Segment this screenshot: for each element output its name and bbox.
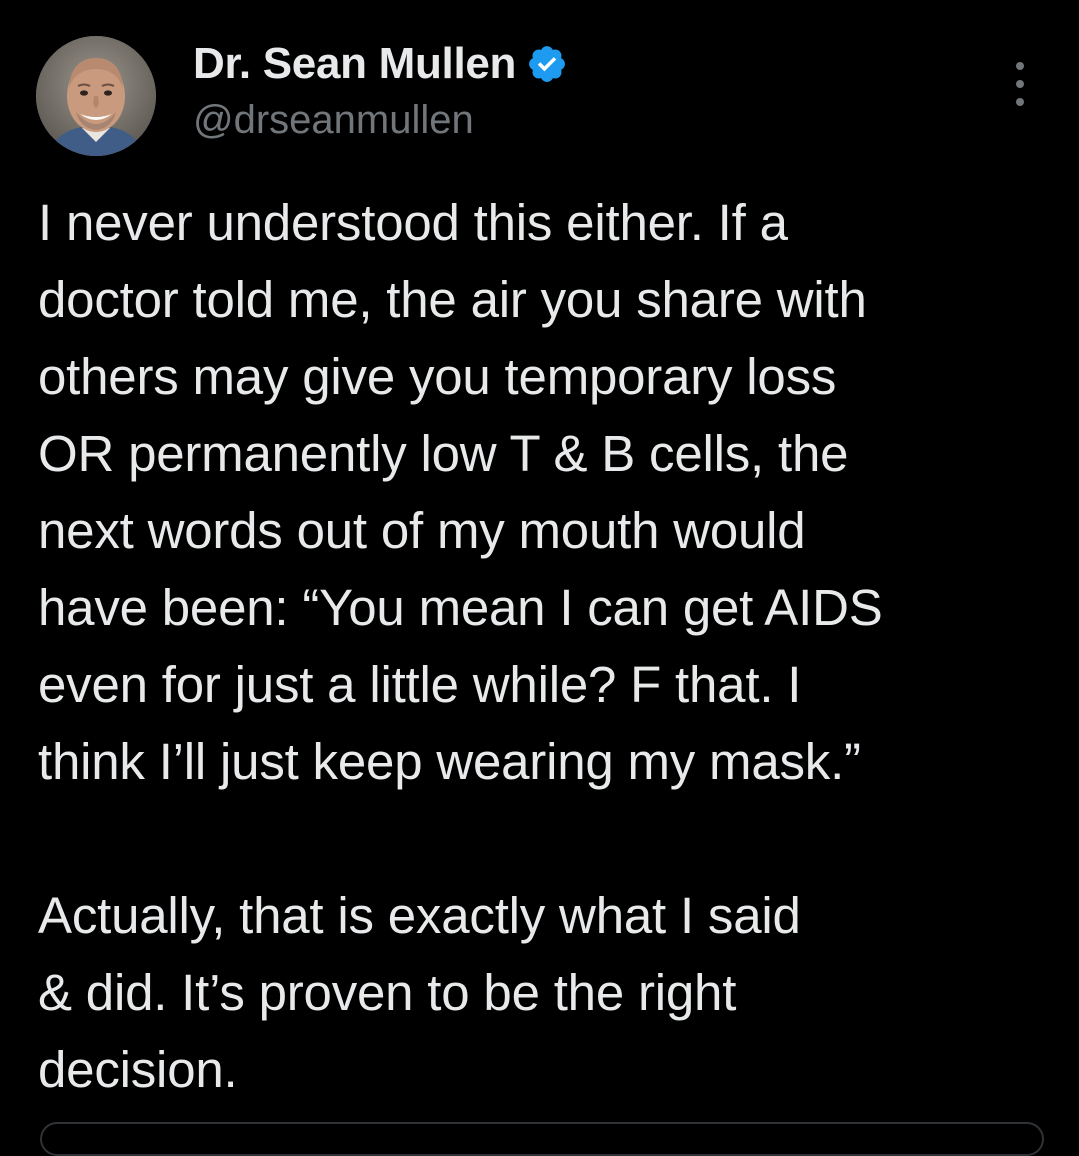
handle[interactable]: @drseanmullen [193,98,893,143]
tweet-text: I never understood this either. If a doc… [38,184,1068,1108]
tweet-line: even for just a little while? F that. I [38,656,802,713]
avatar[interactable] [36,36,156,156]
more-dot [1016,80,1024,88]
author-info: Dr. Sean Mullen @drseanmullen [193,36,893,143]
tweet-line: decision. [38,1041,238,1098]
tweet-line: next words out of my mouth would [38,502,806,559]
tweet-line: doctor told me, the air you share with [38,271,867,328]
tweet-line: OR permanently low T & B cells, the [38,425,849,482]
tweet-line: & did. It’s proven to be the right [38,964,737,1021]
tweet-line: others may give you temporary loss [38,348,837,405]
more-dot [1016,62,1024,70]
tweet-line: think I’ll just keep wearing my mask.” [38,733,861,790]
tweet: Dr. Sean Mullen @drseanmullen I never un… [0,0,1079,1156]
more-options-icon[interactable] [1000,62,1040,106]
verified-badge-icon[interactable] [526,43,568,85]
display-name[interactable]: Dr. Sean Mullen [193,39,516,89]
tweet-line: Actually, that is exactly what I said [38,887,801,944]
more-dot [1016,98,1024,106]
tweet-line: have been: “You mean I can get AIDS [38,579,883,636]
profile-photo [36,36,156,156]
quoted-card-border[interactable] [40,1122,1044,1156]
tweet-line: I never understood this either. If a [38,194,788,251]
name-row: Dr. Sean Mullen [193,36,893,92]
